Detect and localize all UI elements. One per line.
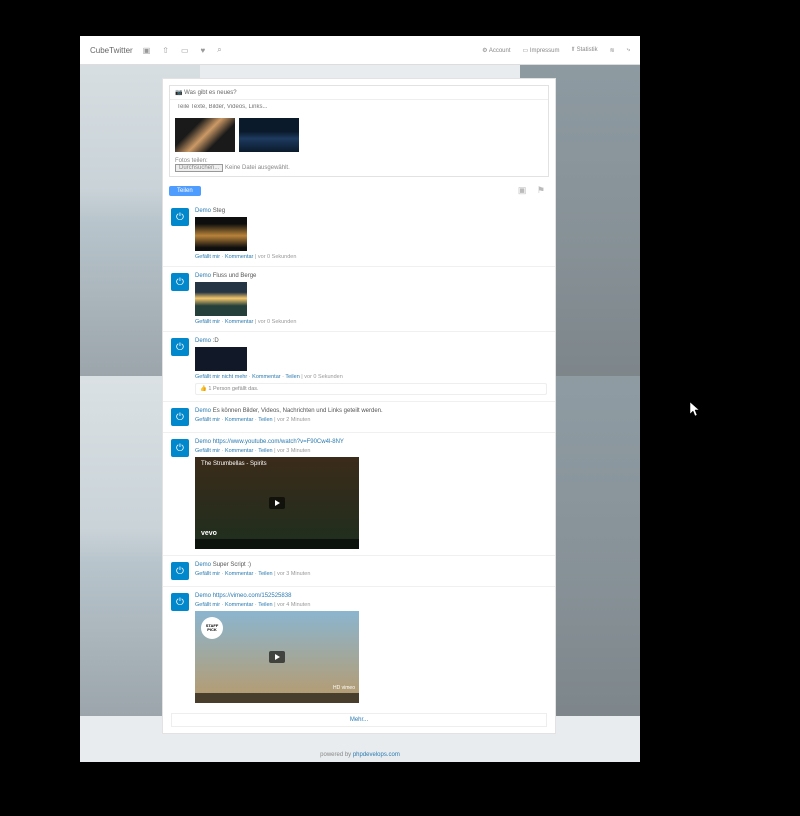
no-file-text: Keine Datei ausgewählt. [225, 165, 290, 171]
post-image[interactable] [195, 347, 247, 371]
post-author[interactable]: Demo [195, 338, 211, 344]
share-button[interactable]: Teilen [169, 186, 201, 196]
like-link[interactable]: Gefällt mir [195, 319, 220, 325]
post-author[interactable]: Demo [195, 593, 211, 599]
video-controls[interactable] [195, 693, 359, 703]
like-link[interactable]: Gefällt mir [195, 602, 220, 608]
comment-link[interactable]: Kommentar [225, 417, 253, 423]
share-link[interactable]: Teilen [258, 448, 272, 454]
video-title: The Strumbellas - Spirits [201, 461, 267, 467]
footer-link[interactable]: phpdevelops.com [353, 752, 400, 758]
upload-icon[interactable]: ⇧ [162, 46, 169, 55]
post: ⏻ Demo https://www.youtube.com/watch?v=F… [163, 432, 555, 555]
video-embed-youtube[interactable]: The Strumbellas - Spirits vevo [195, 457, 359, 549]
post-author[interactable]: Demo [195, 408, 211, 414]
post-time: vor 3 Minuten [277, 448, 310, 454]
post-text: Steg [213, 208, 225, 214]
post-time: vor 0 Sekunden [258, 319, 297, 325]
heart-icon[interactable]: ♥ [201, 46, 206, 55]
play-icon[interactable] [269, 497, 285, 509]
mouse-cursor [690, 402, 702, 418]
logout-icon[interactable]: ⤷ [627, 47, 630, 54]
post: ⏻ Demo Super Script :) Gefällt mir · Kom… [163, 555, 555, 586]
load-more[interactable]: Mehr... [171, 713, 547, 727]
camera-icon[interactable]: ▣ [143, 46, 151, 55]
desktop-icon[interactable]: ▭ [181, 46, 189, 55]
share-link[interactable]: Teilen [258, 417, 272, 423]
post-text: https://www.youtube.com/watch?v=F90Cw4l-… [213, 439, 344, 445]
post-text: Fluss und Berge [213, 273, 257, 279]
post-text: Es können Bilder, Videos, Nachrichten un… [213, 408, 383, 414]
post-time: vor 0 Sekunden [258, 254, 297, 260]
post-time: vor 0 Sekunden [304, 374, 343, 380]
top-nav: CubeTwitter ▣ ⇧ ▭ ♥ ⌕ ⚙ Account ▭ Impres… [80, 36, 640, 65]
vevo-logo: vevo [201, 530, 217, 537]
comment-link[interactable]: Kommentar [225, 602, 253, 608]
nav-statistik[interactable]: ⫪ Statistik [572, 47, 598, 54]
main-card: Was gibt es neues? Fotos teilen: Durchsu… [162, 78, 556, 734]
avatar[interactable]: ⏻ [171, 408, 189, 426]
compose-box: Was gibt es neues? Fotos teilen: Durchsu… [169, 85, 549, 177]
post: ⏻ Demo Fluss und Berge Gefällt mir · Kom… [163, 266, 555, 331]
play-icon[interactable] [269, 651, 285, 663]
post-author[interactable]: Demo [195, 439, 211, 445]
post-author[interactable]: Demo [195, 208, 211, 214]
comment-link[interactable]: Kommentar [225, 448, 253, 454]
brand[interactable]: CubeTwitter [90, 46, 133, 55]
avatar[interactable]: ⏻ [171, 593, 189, 611]
feed: ⏻ Demo Steg Gefällt mir · Kommentar | vo… [163, 202, 555, 709]
post-time: vor 2 Minuten [277, 417, 310, 423]
avatar[interactable]: ⏻ [171, 273, 189, 291]
video-embed-vimeo[interactable]: STAFF PICK HD vimeo [195, 611, 359, 703]
compose-input[interactable] [175, 103, 547, 111]
avatar[interactable]: ⏻ [171, 338, 189, 356]
post-time: vor 4 Minuten [277, 602, 310, 608]
unlike-link[interactable]: Gefällt mir nicht mehr [195, 374, 247, 380]
comment-link[interactable]: Kommentar [225, 254, 253, 260]
like-link[interactable]: Gefällt mir [195, 254, 220, 260]
attached-thumb-1[interactable] [175, 118, 235, 152]
post-time: vor 3 Minuten [277, 571, 310, 577]
compose-tools[interactable]: ▣ ⚑ [518, 185, 549, 196]
post: ⏻ Demo https://vimeo.com/152525838 Gefäl… [163, 586, 555, 709]
post-author[interactable]: Demo [195, 562, 211, 568]
comment-link[interactable]: Kommentar [252, 374, 280, 380]
browse-button[interactable]: Durchsuchen... [175, 164, 223, 172]
likes-bar: 👍 1 Person gefällt das. [195, 383, 547, 395]
share-link[interactable]: Teilen [258, 571, 272, 577]
post-text: Super Script :) [213, 562, 251, 568]
post-text: :D [213, 338, 219, 344]
share-link[interactable]: Teilen [285, 374, 299, 380]
rss-icon[interactable]: ≋ [610, 47, 615, 54]
video-controls[interactable] [195, 539, 359, 549]
share-link[interactable]: Teilen [258, 602, 272, 608]
compose-header: Was gibt es neues? [170, 86, 548, 99]
post-image[interactable] [195, 282, 247, 316]
comment-link[interactable]: Kommentar [225, 319, 253, 325]
footer: powered by phpdevelops.com [80, 752, 640, 758]
comment-link[interactable]: Kommentar [225, 571, 253, 577]
avatar[interactable]: ⏻ [171, 439, 189, 457]
post-image[interactable] [195, 217, 247, 251]
post: ⏻ Demo :D Gefällt mir nicht mehr · Komme… [163, 331, 555, 401]
post-text: https://vimeo.com/152525838 [213, 593, 292, 599]
nav-impressum[interactable]: ▭ Impressum [523, 47, 560, 54]
post: ⏻ Demo Es können Bilder, Videos, Nachric… [163, 401, 555, 432]
avatar[interactable]: ⏻ [171, 562, 189, 580]
like-link[interactable]: Gefällt mir [195, 417, 220, 423]
staff-pick-badge: STAFF PICK [201, 617, 223, 639]
avatar[interactable]: ⏻ [171, 208, 189, 226]
nav-account[interactable]: ⚙ Account [482, 47, 510, 54]
like-link[interactable]: Gefällt mir [195, 448, 220, 454]
vimeo-logo: HD vimeo [333, 685, 355, 691]
search-icon[interactable]: ⌕ [217, 45, 221, 55]
post: ⏻ Demo Steg Gefällt mir · Kommentar | vo… [163, 202, 555, 266]
like-link[interactable]: Gefällt mir [195, 571, 220, 577]
attached-thumb-2[interactable] [239, 118, 299, 152]
post-author[interactable]: Demo [195, 273, 211, 279]
